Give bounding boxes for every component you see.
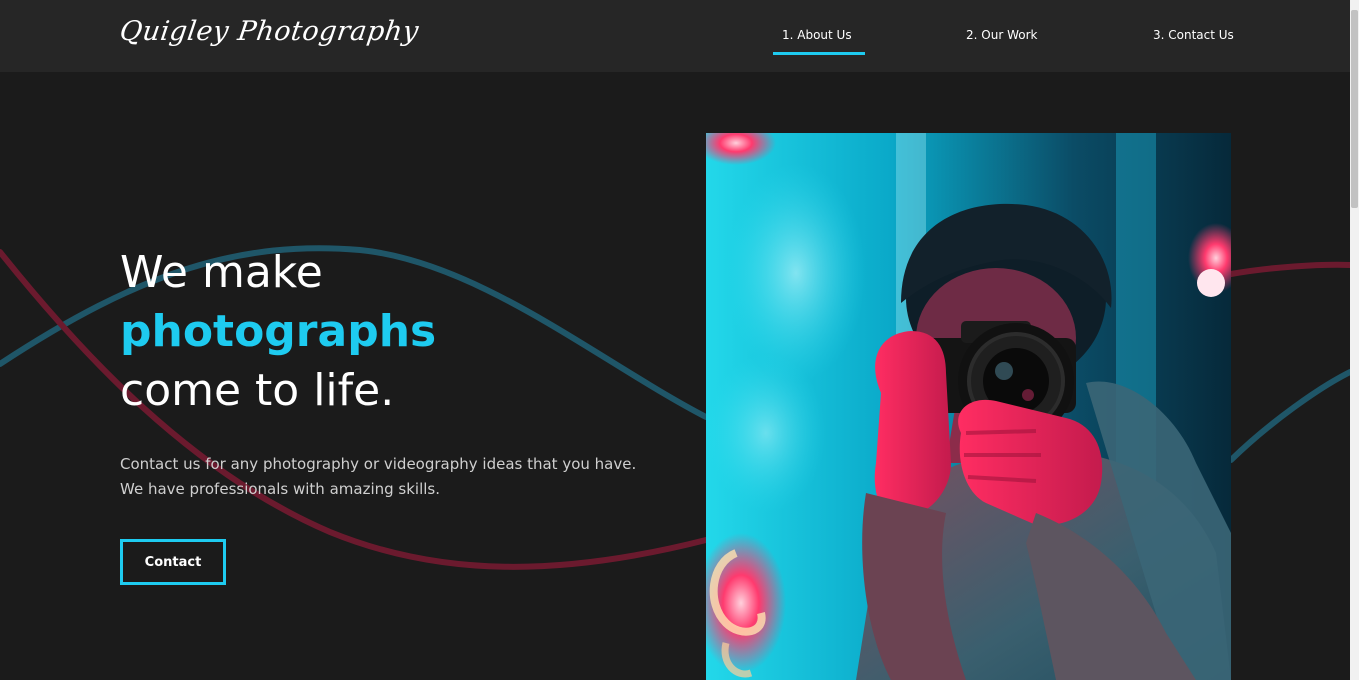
page: Quigley Photography 1. About Us 2. Our W… [0,0,1359,680]
page-scrollbar[interactable] [1350,0,1359,680]
site-logo[interactable]: Quigley Photography [118,16,421,47]
site-header: Quigley Photography 1. About Us 2. Our W… [0,0,1350,72]
hero-title-accent: photographs [120,306,437,357]
hero-photo [706,133,1231,680]
nav-active-indicator [773,52,865,55]
hero-title-line3: come to life. [120,365,395,416]
nav-our-work[interactable]: 2. Our Work [966,28,1037,42]
photographer-image [706,133,1231,680]
hero-description: Contact us for any photography or videog… [120,455,637,498]
nav-about-us[interactable]: 1. About Us [782,28,852,42]
hero-title-line1: We make [120,247,323,298]
contact-button[interactable]: Contact [120,539,226,585]
scrollbar-thumb[interactable] [1351,10,1358,208]
hero-title: We make photographs come to life. [120,243,436,420]
nav-contact-us[interactable]: 3. Contact Us [1153,28,1234,42]
